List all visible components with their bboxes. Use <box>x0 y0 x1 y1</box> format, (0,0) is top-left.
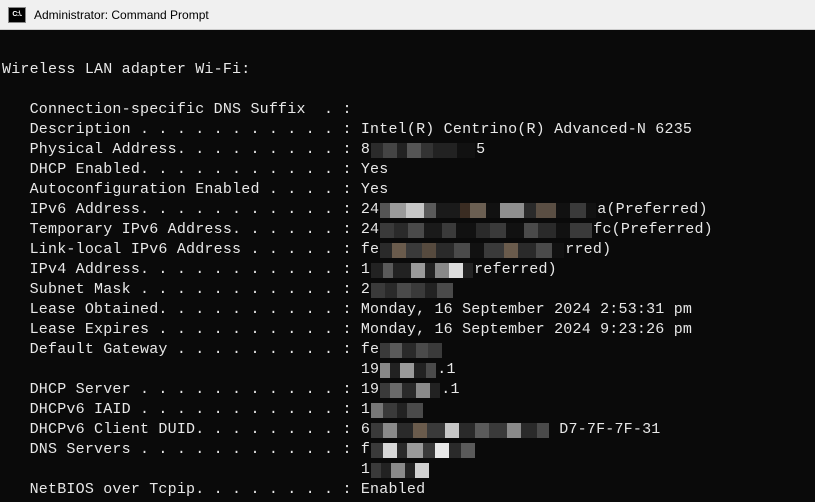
line-value: 85 <box>352 140 486 160</box>
line-label: IPv6 Address. . . . . . . . . . . : <box>2 200 352 220</box>
output-line: Default Gateway . . . . . . . . . : fe <box>2 340 813 360</box>
redacted-block <box>380 343 442 358</box>
line-value: Intel(R) Centrino(R) Advanced-N 6235 <box>352 120 692 140</box>
output-line: Lease Expires . . . . . . . . . . : Mond… <box>2 320 813 340</box>
output-line: DHCP Enabled. . . . . . . . . . . : Yes <box>2 160 813 180</box>
section-heading: Wireless LAN adapter Wi-Fi: <box>2 60 813 80</box>
output-line: 19.1 <box>2 360 813 380</box>
output-line: DHCPv6 Client DUID. . . . . . . . : 6 D7… <box>2 420 813 440</box>
line-value: Monday, 16 September 2024 2:53:31 pm <box>352 300 692 320</box>
line-value: 1referred) <box>352 260 557 280</box>
output-line: Temporary IPv6 Address. . . . . . : 24fc… <box>2 220 813 240</box>
line-label: Subnet Mask . . . . . . . . . . . : <box>2 280 352 300</box>
line-value: Enabled <box>352 480 426 500</box>
line-value: 6 D7-7F-7F-31 <box>352 420 661 440</box>
redacted-block <box>371 463 429 478</box>
line-label: Default Gateway . . . . . . . . . : <box>2 340 352 360</box>
output-line: NetBIOS over Tcpip. . . . . . . . : Enab… <box>2 480 813 500</box>
output-line: DHCPv6 IAID . . . . . . . . . . . : 1 <box>2 400 813 420</box>
line-label: NetBIOS over Tcpip. . . . . . . . : <box>2 480 352 500</box>
terminal-output[interactable]: Wireless LAN adapter Wi-Fi: Connection-s… <box>0 30 815 502</box>
line-label: DNS Servers . . . . . . . . . . . : <box>2 440 352 460</box>
output-line <box>2 40 813 60</box>
output-line: Subnet Mask . . . . . . . . . . . : 2 <box>2 280 813 300</box>
output-line: 1 <box>2 460 813 480</box>
output-line: IPv4 Address. . . . . . . . . . . : 1ref… <box>2 260 813 280</box>
line-value: Yes <box>352 180 389 200</box>
line-label: Lease Expires . . . . . . . . . . : <box>2 320 352 340</box>
redacted-block <box>380 223 592 238</box>
window-titlebar[interactable]: C:\. Administrator: Command Prompt <box>0 0 815 30</box>
line-label: Connection-specific DNS Suffix . : <box>2 100 352 120</box>
output-line: Lease Obtained. . . . . . . . . . : Mond… <box>2 300 813 320</box>
line-label: IPv4 Address. . . . . . . . . . . : <box>2 260 352 280</box>
output-line: DHCP Server . . . . . . . . . . . : 19.1 <box>2 380 813 400</box>
line-label <box>2 360 352 380</box>
output-line: Link-local IPv6 Address . . . . . : ferr… <box>2 240 813 260</box>
cmd-icon: C:\. <box>8 7 26 23</box>
output-line <box>2 80 813 100</box>
line-value: 19.1 <box>352 360 456 380</box>
line-value: ferred) <box>352 240 612 260</box>
redacted-block <box>371 143 475 158</box>
line-value: 24a(Preferred) <box>352 200 708 220</box>
output-line: Autoconfiguration Enabled . . . . : Yes <box>2 180 813 200</box>
line-value: 19.1 <box>352 380 460 400</box>
line-label: Link-local IPv6 Address . . . . . : <box>2 240 352 260</box>
line-label: Autoconfiguration Enabled . . . . : <box>2 180 352 200</box>
line-label: Physical Address. . . . . . . . . : <box>2 140 352 160</box>
redacted-block <box>371 443 475 458</box>
line-label <box>2 460 352 480</box>
redacted-block <box>371 263 473 278</box>
redacted-block <box>380 363 436 378</box>
redacted-block <box>380 383 440 398</box>
window-title: Administrator: Command Prompt <box>34 8 209 22</box>
line-value: Monday, 16 September 2024 9:23:26 pm <box>352 320 692 340</box>
line-label: DHCPv6 IAID . . . . . . . . . . . : <box>2 400 352 420</box>
line-label: DHCPv6 Client DUID. . . . . . . . : <box>2 420 352 440</box>
output-line: Physical Address. . . . . . . . . : 85 <box>2 140 813 160</box>
line-value: 1 <box>352 400 424 420</box>
redacted-block <box>380 243 564 258</box>
line-label: DHCP Enabled. . . . . . . . . . . : <box>2 160 352 180</box>
redacted-block <box>380 203 596 218</box>
redacted-block <box>371 403 423 418</box>
line-value: 24fc(Preferred) <box>352 220 713 240</box>
line-label: Temporary IPv6 Address. . . . . . : <box>2 220 352 240</box>
line-value: fe <box>352 340 444 360</box>
line-label: Lease Obtained. . . . . . . . . . : <box>2 300 352 320</box>
line-value: 2 <box>352 280 454 300</box>
line-value: 1 <box>352 460 430 480</box>
output-line: Connection-specific DNS Suffix . : <box>2 100 813 120</box>
redacted-block <box>371 423 549 438</box>
line-label: DHCP Server . . . . . . . . . . . : <box>2 380 352 400</box>
line-value: Yes <box>352 160 389 180</box>
redacted-block <box>371 283 453 298</box>
output-line: Description . . . . . . . . . . . : Inte… <box>2 120 813 140</box>
line-label: Description . . . . . . . . . . . : <box>2 120 352 140</box>
line-value: f <box>352 440 476 460</box>
output-line: IPv6 Address. . . . . . . . . . . : 24a(… <box>2 200 813 220</box>
output-line: DNS Servers . . . . . . . . . . . : f <box>2 440 813 460</box>
